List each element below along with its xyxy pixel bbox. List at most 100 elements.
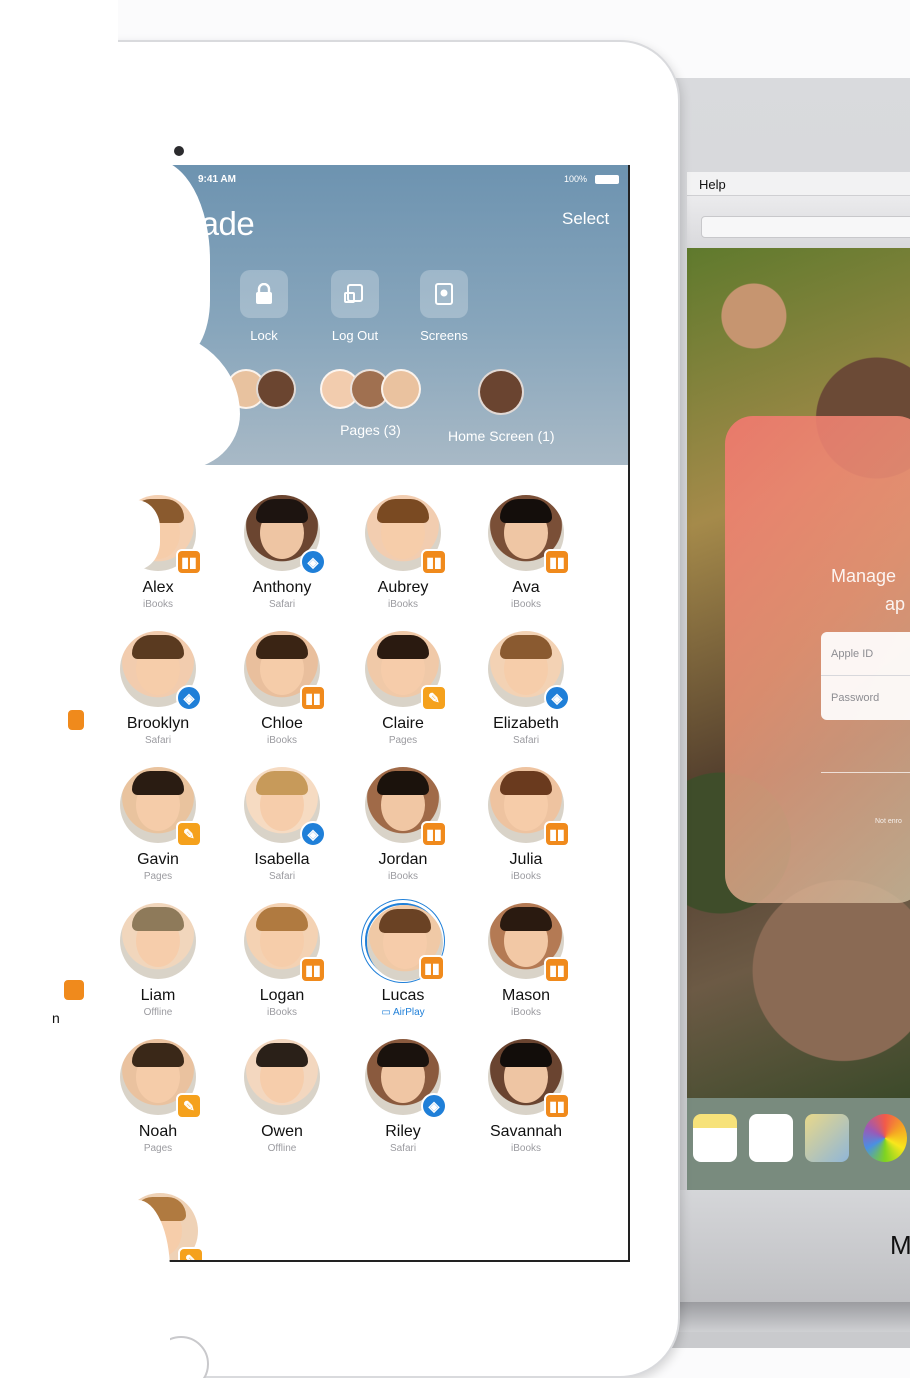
mac-toolbar [687,196,910,248]
student-app: Safari [389,1143,417,1154]
macbook-brand-label: M [890,1230,910,1260]
student-chloe[interactable]: ▮▮ Chloe iBooks [222,631,342,746]
student-avatar: ▮▮ [488,495,570,575]
status-battery: 100% [564,174,588,184]
student-name: Elizabeth [493,715,559,732]
student-isabella[interactable]: ◈ Isabella Safari [222,767,342,882]
ibooks-icon: ▮▮ [300,957,326,983]
student-riley[interactable]: ◈ Riley Safari [343,1039,463,1154]
log-out-label: Log Out [331,328,379,343]
safari-icon: ◈ [544,685,570,711]
camera-icon [174,146,184,156]
mac-address-field[interactable] [701,216,910,238]
student-app: iBooks [266,1007,297,1018]
student-app: iBooks [510,871,541,882]
safari-icon: ◈ [421,1093,447,1119]
partial-student-badge [62,978,86,1002]
student-app: iBooks [387,871,418,882]
student-savannah[interactable]: ▮▮ Savannah iBooks [466,1039,586,1154]
login-panel: Manage ap Apple ID Password Fo Not enro [725,416,910,903]
group-home-screen-label: Home Screen (1) [448,428,555,444]
student-elizabeth[interactable]: ◈ Elizabeth Safari [466,631,586,746]
select-button[interactable]: Select [562,209,609,229]
reminders-icon[interactable] [749,1114,793,1162]
photos-icon[interactable] [863,1114,907,1162]
student-aubrey[interactable]: ▮▮ Aubrey iBooks [343,495,463,610]
partial-student-badge [66,708,86,732]
student-avatar: ◈ [244,495,326,575]
student-julia[interactable]: ▮▮ Julia iBooks [466,767,586,882]
ibooks-icon: ▮▮ [544,821,570,847]
student-avatar: ▮▮ [365,495,447,575]
student-photo [120,903,196,979]
menu-help[interactable]: Help [699,177,726,192]
student-app: iBooks [510,1007,541,1018]
student-name: Lucas [381,987,425,1004]
ibooks-icon: ▮▮ [421,821,447,847]
torn-overlay [100,500,160,570]
student-lucas[interactable]: ▮▮ Lucas ▭ AirPlay [343,903,463,1018]
student-name: Mason [501,987,551,1004]
ibooks-icon: ▮▮ [419,955,445,981]
student-avatar: ▮▮ [365,767,447,847]
group-home-screen[interactable]: Home Screen (1) [448,369,555,444]
student-avatar: ▮▮ [244,631,326,711]
notes-icon[interactable] [693,1114,737,1162]
student-owen[interactable]: Owen Offline [222,1039,342,1154]
student-app: Safari [268,871,296,882]
student-app: Pages [388,735,418,746]
student-name: Logan [259,987,305,1004]
macbook-base [640,1302,910,1332]
student-jordan[interactable]: ▮▮ Jordan iBooks [343,767,463,882]
student-name: Anthony [252,579,312,596]
student-name: Isabella [254,851,310,868]
student-avatar [244,1039,320,1115]
group-avatar [256,369,297,409]
student-app: iBooks [510,1143,541,1154]
apple-id-field[interactable]: Apple ID [821,632,910,676]
mac-dock [687,1098,910,1190]
student-avatar: ◈ [365,1039,447,1119]
student-avatar: ✎ [365,631,447,711]
ibooks-icon: ▮▮ [544,957,570,983]
student-name: Julia [509,851,543,868]
group-pages-label: Pages (3) [340,422,401,438]
student-app: iBooks [266,735,297,746]
student-app: Safari [268,599,296,610]
safari-icon: ◈ [300,549,326,575]
preview-icon[interactable] [805,1114,849,1162]
password-field[interactable]: Password [821,676,910,720]
pages-icon: ✎ [176,821,202,847]
stage: Help Manage ap Apple ID Password Fo Not … [0,0,910,1378]
login-fields: Apple ID Password [821,632,910,720]
status-time: 9:41 AM [198,174,236,185]
student-avatar: ◈ [244,767,326,847]
log-out-icon [331,270,379,318]
screens-button[interactable]: Screens [404,270,484,343]
login-divider [821,772,910,773]
log-out-button[interactable]: Log Out [315,270,395,343]
torn-overlay [90,1200,170,1378]
ibooks-icon: ▮▮ [176,549,202,575]
student-logan[interactable]: ▮▮ Logan iBooks [222,903,342,1018]
group-pages[interactable]: Pages (3) [320,369,421,438]
ibooks-icon: ▮▮ [421,549,447,575]
student-app: Safari [512,735,540,746]
student-anthony[interactable]: ◈ Anthony Safari [222,495,342,610]
lock-icon [240,270,288,318]
pages-icon: ✎ [176,1093,202,1119]
student-mason[interactable]: ▮▮ Mason iBooks [466,903,586,1018]
student-ava[interactable]: ▮▮ Ava iBooks [466,495,586,610]
screens-label: Screens [420,328,468,343]
student-app: ▭ AirPlay [381,1007,425,1018]
student-avatar: ▮▮ [488,903,570,983]
battery-icon [595,175,619,184]
pages-icon: ✎ [421,685,447,711]
student-avatar: ✎ [120,1039,202,1119]
lock-button[interactable]: Lock [224,270,304,343]
macbook-bezel-bottom [640,1190,910,1302]
student-claire[interactable]: ✎ Claire Pages [343,631,463,746]
ibooks-icon: ▮▮ [544,549,570,575]
student-name: Owen [261,1123,303,1140]
group-avatar [380,369,421,409]
